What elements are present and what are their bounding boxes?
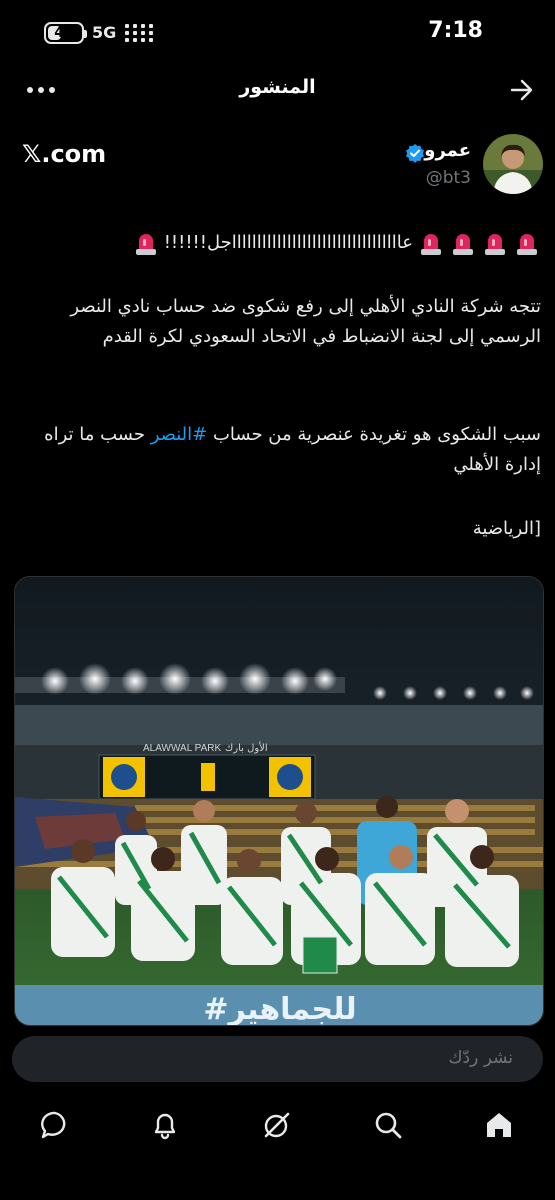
search-icon[interactable]	[373, 1110, 403, 1140]
post-paragraph: سبب الشكوى هو تغريدة عنصرية من حساب #الن…	[18, 420, 541, 480]
battery-tip	[84, 30, 87, 38]
post-media-image[interactable]: ALAWWAL PARK الأول بارك #للجماهير	[14, 576, 544, 1026]
verified-badge-icon	[406, 144, 424, 163]
avatar[interactable]	[483, 134, 543, 194]
post-header: المنشور	[0, 66, 555, 114]
alarm-text: عااااااااااااااااااااااااااااااااااجل!!!…	[163, 232, 413, 253]
battery-indicator: 40	[44, 22, 87, 44]
reply-input[interactable]: نشر ردّك	[449, 1048, 513, 1068]
x-com-logo: 𝕏.com	[22, 140, 107, 168]
chat-icon[interactable]	[40, 1110, 70, 1140]
police-light-icon	[135, 234, 156, 255]
network-type: 5G	[92, 23, 117, 42]
police-light-icon	[485, 234, 505, 255]
status-bar: 40 5G 7:18	[0, 0, 555, 66]
bell-icon[interactable]	[150, 1110, 180, 1140]
author-handle[interactable]: @bt3	[426, 168, 471, 188]
post-paragraph: [الرياضية	[472, 518, 541, 539]
author-name[interactable]: عمرو	[424, 140, 471, 161]
hashtag-link[interactable]: #النصر	[151, 424, 208, 445]
post-text-segment: سبب الشكوى هو تغريدة عنصرية من حساب	[207, 424, 541, 445]
battery-level: 40	[54, 25, 74, 41]
stadium-sign-ar: الأول بارك	[225, 741, 268, 754]
stadium-sign: ALAWWAL PARK	[143, 743, 221, 754]
media-banner-text: #للجماهير	[203, 992, 356, 1026]
page-title: المنشور	[239, 76, 316, 98]
police-light-icon	[421, 234, 441, 255]
reply-composer[interactable]: نشر ردّك	[12, 1036, 543, 1082]
post-alarm-line: عااااااااااااااااااااااااااااااااااجل!!!…	[18, 228, 541, 258]
home-icon[interactable]	[484, 1110, 514, 1140]
police-light-icon	[517, 234, 537, 255]
police-light-icon	[453, 234, 473, 255]
bottom-nav	[0, 1100, 555, 1200]
post-paragraph: تتجه شركة النادي الأهلي إلى رفع شكوى ضد …	[70, 296, 541, 347]
arrow-right-icon[interactable]	[509, 78, 535, 102]
status-time: 7:18	[428, 18, 483, 43]
signal-icon	[125, 24, 153, 42]
grok-icon[interactable]	[262, 1110, 292, 1140]
